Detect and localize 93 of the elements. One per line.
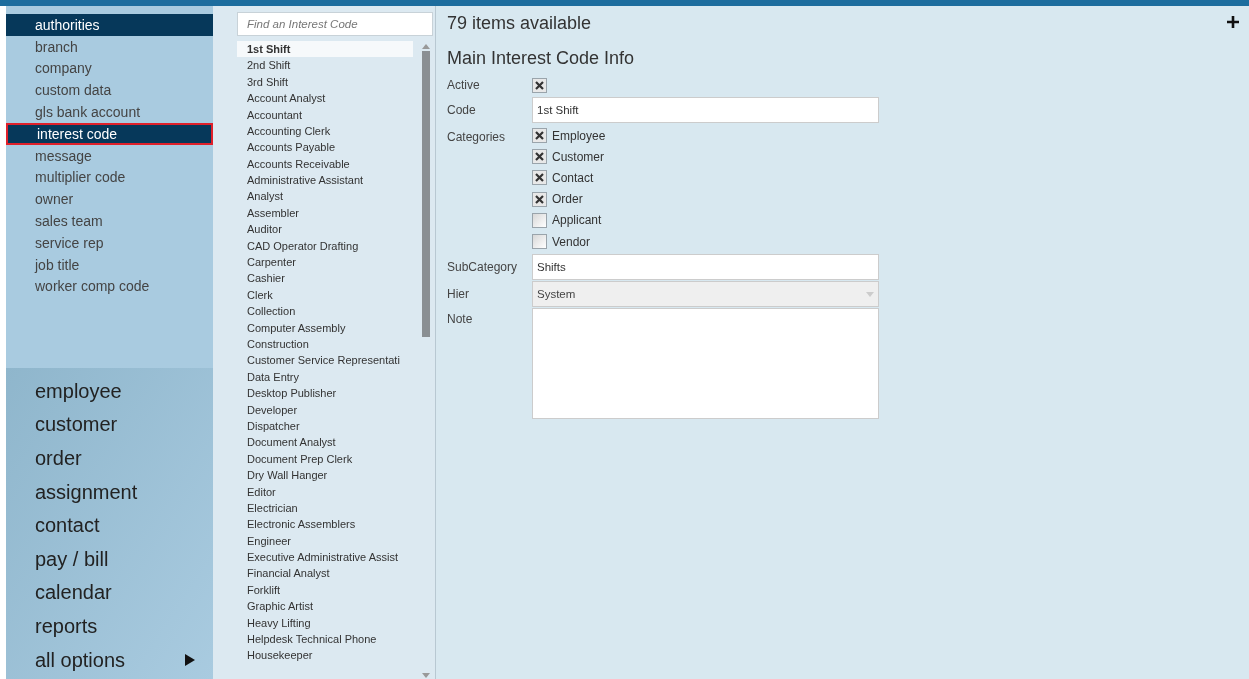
nav-item[interactable]: reports (6, 609, 213, 643)
checkbox[interactable] (532, 128, 547, 144)
list-item[interactable]: Accounts Payable (237, 139, 413, 156)
sidebar-item[interactable]: authorities (6, 14, 213, 36)
list-item[interactable]: Developer (237, 401, 413, 418)
checkbox[interactable] (532, 77, 547, 93)
list-item[interactable]: Accounts Receivable (237, 155, 413, 173)
list-item[interactable]: Helpdesk Technical Phone (237, 631, 413, 648)
list-item[interactable]: Clerk (237, 286, 413, 304)
list-item[interactable]: Data Entry (237, 368, 413, 386)
list-item[interactable]: Auditor (237, 221, 413, 238)
x-mark-icon (535, 173, 544, 183)
list-item[interactable]: Account Analyst (237, 90, 413, 107)
section-heading: Main Interest Code Info (447, 47, 636, 70)
list-item[interactable]: Financial Analyst (237, 565, 413, 582)
checkbox-label: Customer (552, 148, 604, 166)
list-item[interactable]: Engineer (237, 532, 413, 550)
nav-item[interactable]: contact (6, 508, 213, 542)
sidebar-item[interactable]: multiplier code (6, 166, 213, 189)
list-item[interactable]: Editor (237, 483, 413, 500)
list-item[interactable]: Forklift (237, 581, 413, 599)
field-label: SubCategory (447, 258, 519, 276)
list-item[interactable]: Customer Service Representati (237, 352, 413, 369)
sidebar-item[interactable]: custom data (6, 79, 213, 102)
note-field[interactable] (532, 308, 879, 420)
list-item[interactable]: Accounting Clerk (237, 122, 413, 140)
list-item[interactable]: Carpenter (237, 254, 413, 271)
sidebar-item[interactable]: company (6, 57, 213, 80)
list-item[interactable]: Collection (237, 303, 413, 320)
checkbox-label: Order (552, 191, 583, 209)
field-label: Note (447, 311, 474, 329)
nav-item[interactable]: assignment (6, 474, 213, 509)
checkbox[interactable] (532, 234, 547, 250)
x-mark-icon (535, 131, 544, 141)
sidebar-item[interactable]: service rep (6, 231, 213, 254)
checkbox[interactable] (532, 149, 547, 165)
x-mark-icon (535, 152, 544, 162)
checkbox[interactable] (532, 170, 547, 186)
dropdown-caret-icon (866, 291, 874, 297)
list-item[interactable]: Dry Wall Hanger (237, 467, 413, 484)
nav-item[interactable]: order (6, 441, 213, 475)
list-item[interactable]: 3rd Shift (237, 73, 413, 91)
list-item[interactable]: 1st Shift (237, 41, 413, 58)
sidebar-item[interactable]: sales team (6, 210, 213, 232)
list-item[interactable]: Document Prep Clerk (237, 450, 413, 468)
field-label: Hier (447, 286, 470, 304)
checkbox-label: Contact (552, 169, 594, 187)
nav-item[interactable]: employee (6, 374, 213, 408)
submenu-arrow-icon (185, 653, 195, 666)
checkbox[interactable] (532, 212, 547, 228)
checkbox-label: Applicant (552, 212, 602, 230)
x-mark-icon (535, 194, 544, 204)
list-item[interactable]: Accountant (237, 106, 413, 123)
list-item[interactable]: Housekeeper (237, 647, 413, 664)
sidebar-item[interactable]: interest code (6, 123, 213, 145)
checkbox-label: Employee (552, 127, 606, 145)
list-item[interactable]: Administrative Assistant (237, 172, 413, 189)
sidebar-item[interactable]: message (6, 144, 213, 167)
search-field[interactable]: Find an Interest Code (237, 12, 433, 36)
list-item[interactable]: Document Analyst (237, 434, 413, 451)
list-item[interactable]: Graphic Artist (237, 598, 413, 615)
sidebar-item[interactable]: branch (6, 35, 213, 58)
list-item[interactable]: Dispatcher (237, 418, 413, 435)
x-mark-icon (535, 80, 544, 90)
item-count: 79 items available (447, 12, 592, 35)
sidebar-item[interactable]: worker comp code (6, 275, 213, 298)
nav-item[interactable]: customer (6, 407, 213, 442)
list-item[interactable]: Desktop Publisher (237, 385, 413, 402)
nav-item[interactable]: all options (6, 642, 213, 677)
nav-item[interactable]: calendar (6, 575, 213, 610)
list-item[interactable]: Executive Administrative Assist (237, 549, 413, 566)
field-label: Code (447, 102, 477, 119)
list-item[interactable]: 2nd Shift (237, 57, 413, 74)
field-label: Categories (447, 129, 507, 146)
list-item[interactable]: Heavy Lifting (237, 614, 413, 632)
sidebar-item[interactable]: gls bank account (6, 101, 213, 123)
sidebar-item[interactable]: job title (6, 253, 213, 276)
list-item[interactable]: Electronic Assemblers (237, 516, 413, 533)
field-label: Active (447, 77, 481, 94)
code-field[interactable]: 1st Shift (532, 97, 879, 123)
list-item[interactable]: Assembler (237, 204, 413, 222)
list-item[interactable]: Construction (237, 336, 413, 353)
list-item[interactable]: Analyst (237, 188, 413, 205)
sidebar-item[interactable]: owner (6, 188, 213, 211)
list-item[interactable]: Cashier (237, 270, 413, 287)
add-icon[interactable] (1227, 16, 1239, 28)
list-item[interactable]: CAD Operator Drafting (237, 237, 413, 255)
nav-item[interactable]: pay / bill (6, 541, 213, 576)
list-item[interactable]: Electrician (237, 499, 413, 517)
checkbox[interactable] (532, 191, 547, 207)
subcategory-field[interactable]: Shifts (532, 253, 879, 280)
list-item[interactable]: Computer Assembly (237, 319, 413, 337)
checkbox-label: Vendor (552, 233, 591, 251)
